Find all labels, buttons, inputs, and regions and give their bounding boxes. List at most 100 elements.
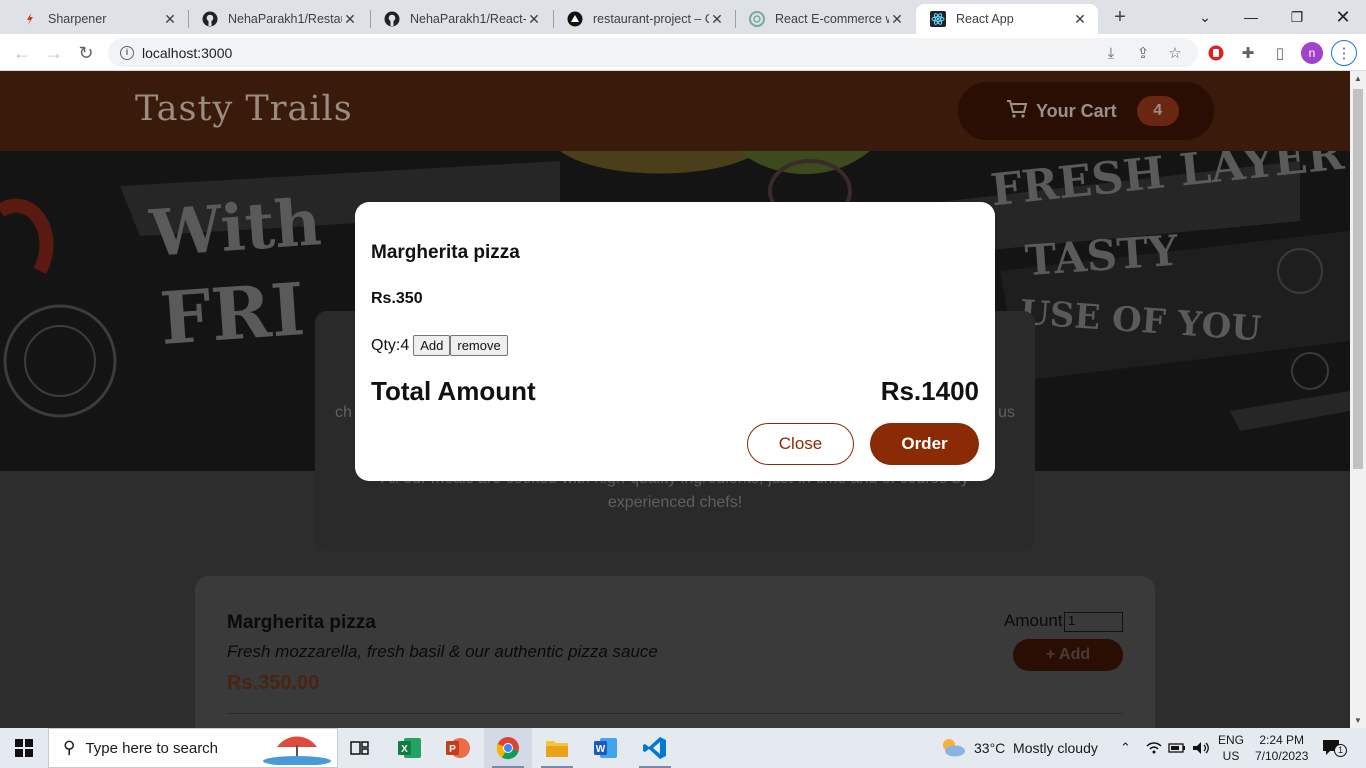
side-panel-icon[interactable]: ▯ (1267, 40, 1293, 66)
hero-text: FRI (157, 266, 308, 361)
address-bar[interactable]: i localhost:3000 (108, 38, 1198, 67)
weather-text: 33°C Mostly cloudy (974, 740, 1098, 756)
tab-react-app[interactable]: React App ✕ (916, 4, 1098, 34)
notification-count: 1 (1334, 744, 1347, 757)
sharpener-icon (22, 11, 38, 27)
tab-github-react[interactable]: NehaParakh1/React-w ✕ (370, 4, 552, 34)
cart-icon (1006, 99, 1028, 124)
site-header: Tasty Trails Your Cart 4 (0, 71, 1350, 151)
divider (227, 713, 1123, 714)
close-icon[interactable]: ✕ (1072, 11, 1088, 28)
chrome-menu-icon[interactable]: ⋮ (1331, 40, 1357, 66)
github-icon (202, 11, 218, 27)
hero-text: With (147, 185, 324, 272)
github-icon (384, 11, 400, 27)
new-tab-button[interactable]: + (1108, 6, 1132, 30)
windows-start-button[interactable] (0, 728, 48, 768)
show-hidden-icons-chevron-icon[interactable]: ⌃ (1120, 728, 1131, 768)
language-indicator[interactable]: ENG US (1218, 728, 1244, 768)
install-app-icon[interactable]: ⤓ (1098, 40, 1124, 66)
close-icon[interactable]: ✕ (162, 11, 178, 28)
meal-price: Rs.350.00 (227, 672, 320, 694)
increase-quantity-button[interactable]: Add (413, 335, 451, 356)
browser-tab-strip: Sharpener ✕ NehaParakh1/Restaura ✕ NehaP… (0, 0, 1366, 34)
cart-item-name: Margherita pizza (371, 242, 520, 263)
forward-arrow-icon[interactable]: → (40, 39, 68, 67)
page-scrollbar[interactable]: ▲ ▼ (1350, 71, 1366, 728)
powerpoint-icon[interactable]: P (434, 728, 482, 768)
site-info-icon[interactable]: i (120, 45, 134, 60)
search-icon: ⚲ (63, 738, 76, 757)
share-icon[interactable]: ⇪ (1130, 40, 1156, 66)
add-to-cart-button[interactable]: + Add (1013, 639, 1123, 671)
tab-netlify[interactable]: restaurant-project – O ✕ (553, 4, 735, 34)
tab-title: NehaParakh1/React-w (410, 12, 526, 26)
word-icon[interactable]: W (582, 728, 630, 768)
language-region: US (1222, 749, 1240, 763)
close-icon[interactable]: ✕ (889, 11, 905, 28)
window-close-button[interactable]: ✕ (1320, 0, 1366, 34)
clock-time: 2:24 PM (1259, 733, 1305, 747)
svg-text:X: X (401, 744, 408, 755)
amount-input[interactable]: 1 (1064, 612, 1123, 632)
tab-sharpener[interactable]: Sharpener ✕ (8, 4, 188, 34)
meal-description: Fresh mozzarella, fresh basil & our auth… (227, 642, 658, 661)
chrome-icon[interactable] (484, 728, 532, 768)
cart-modal: Margherita pizza Rs.350 Qty:4 Add remove… (355, 202, 995, 481)
file-explorer-icon[interactable] (533, 728, 581, 768)
windows-taskbar: ⚲ Type here to search X P W 33°C Mostly … (0, 728, 1366, 768)
search-highlight-image (257, 733, 331, 768)
tab-title: NehaParakh1/Restaura (228, 12, 342, 26)
cart-button[interactable]: Your Cart 4 (958, 82, 1214, 140)
profile-avatar[interactable]: n (1299, 40, 1325, 66)
remove-item-button[interactable]: remove (450, 335, 508, 356)
bookmark-star-icon[interactable]: ☆ (1162, 40, 1188, 66)
scrollbar-thumb[interactable] (1353, 89, 1363, 469)
reload-icon[interactable]: ↻ (72, 39, 100, 67)
network-icon[interactable] (1146, 728, 1162, 768)
scroll-up-icon[interactable]: ▲ (1354, 74, 1362, 83)
close-icon[interactable]: ✕ (526, 11, 542, 28)
meal-name: Margherita pizza (227, 612, 376, 633)
volume-icon[interactable] (1192, 728, 1210, 768)
tab-search-chevron-icon[interactable]: ⌄ (1182, 0, 1228, 34)
order-button[interactable]: Order (870, 423, 979, 465)
netlify-icon (567, 11, 583, 27)
tab-title: Sharpener (48, 12, 107, 26)
extensions-puzzle-icon[interactable]: ✚ (1235, 40, 1261, 66)
taskbar-search-box[interactable]: ⚲ Type here to search (48, 728, 338, 768)
svg-text:P: P (449, 744, 456, 755)
battery-icon[interactable] (1168, 728, 1186, 768)
excel-icon[interactable]: X (386, 728, 434, 768)
cart-label: Your Cart (1036, 100, 1117, 121)
browser-toolbar: ← → ↻ i localhost:3000 ⤓ ⇪ ☆ ✚ ▯ n ⋮ (0, 34, 1366, 71)
minimize-button[interactable]: — (1228, 0, 1274, 34)
close-icon[interactable]: ✕ (709, 11, 725, 28)
react-icon (930, 11, 946, 27)
tab-title: React E-commerce wit (775, 12, 889, 26)
notification-center-icon[interactable]: 1 (1322, 728, 1347, 768)
clock-date: 7/10/2023 (1255, 749, 1309, 763)
scroll-down-icon[interactable]: ▼ (1354, 716, 1362, 725)
extension-shield-icon[interactable] (1203, 40, 1229, 66)
cart-item-quantity-row: Qty:4 Add remove (371, 335, 508, 356)
cart-item-quantity: Qty:4 (371, 336, 410, 354)
clock[interactable]: 2:24 PM 7/10/2023 (1255, 728, 1308, 768)
back-arrow-icon[interactable]: ← (8, 39, 36, 67)
cloudy-weather-icon (940, 737, 966, 760)
cart-item-price: Rs.350 (371, 290, 423, 307)
tab-title: restaurant-project – O (593, 12, 709, 26)
weather-widget[interactable]: 33°C Mostly cloudy (940, 728, 1098, 768)
tab-react-ecommerce[interactable]: React E-commerce wit ✕ (735, 4, 915, 34)
total-amount-value: Rs.1400 (880, 376, 979, 406)
close-icon[interactable]: ✕ (342, 11, 358, 28)
tab-github-restaurant[interactable]: NehaParakh1/Restaura ✕ (188, 4, 368, 34)
total-amount-label: Total Amount (371, 376, 536, 406)
vscode-icon[interactable] (631, 728, 679, 768)
restore-button[interactable]: ❐ (1274, 0, 1320, 34)
task-view-icon[interactable] (336, 728, 384, 768)
search-placeholder: Type here to search (85, 739, 219, 757)
summary-text: experienced chefs! (607, 494, 743, 511)
close-button[interactable]: Close (747, 423, 854, 465)
amount-label: Amount (1004, 611, 1063, 630)
